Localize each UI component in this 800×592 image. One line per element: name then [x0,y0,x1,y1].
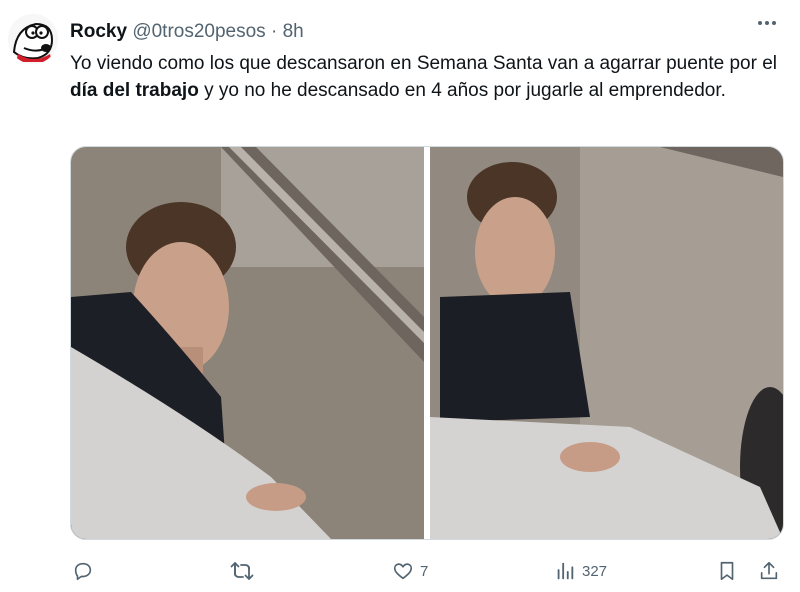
views-count: 327 [582,562,608,580]
like-button[interactable]: 7 [392,556,428,586]
meta-separator: · [270,21,278,42]
meme-photo-right[interactable] [430,147,783,539]
tweet-actions: 7 327 [70,556,782,586]
tweet-media[interactable] [70,146,784,540]
share-button[interactable] [758,556,780,586]
share-icon [760,561,778,580]
author-name[interactable]: Rocky [70,21,127,42]
tweet-text-part2: y yo no he descansado en 4 años por juga… [198,80,726,101]
avatar[interactable] [8,14,58,64]
author-handle[interactable]: @0tros20pesos [132,21,265,42]
avatar-face-icon [8,14,58,64]
views-button[interactable]: 327 [554,556,607,586]
bookmark-button[interactable] [716,556,738,586]
tweet-text-part1: Yo viendo como los que descansaron en Se… [70,53,777,74]
man-looking-down-image [71,147,424,539]
like-count: 7 [420,562,429,580]
reply-icon [74,562,92,581]
more-horizontal-icon [758,21,776,25]
retweet-icon [230,562,254,580]
more-options-button[interactable] [756,12,778,40]
heart-icon [393,563,413,580]
meme-photo-left[interactable] [71,147,424,539]
analytics-icon [557,562,574,580]
man-looking-down-image [430,147,783,539]
tweet-header: Rocky @0tros20pesos · 8h [70,20,304,44]
retweet-button[interactable] [230,556,260,586]
tweet-time[interactable]: 8h [283,21,304,42]
tweet-text: Yo viendo como los que descansaron en Se… [70,50,780,104]
bookmark-icon [720,561,734,581]
reply-button[interactable] [72,556,100,586]
tweet-text-bold: día del trabajo [70,80,199,101]
